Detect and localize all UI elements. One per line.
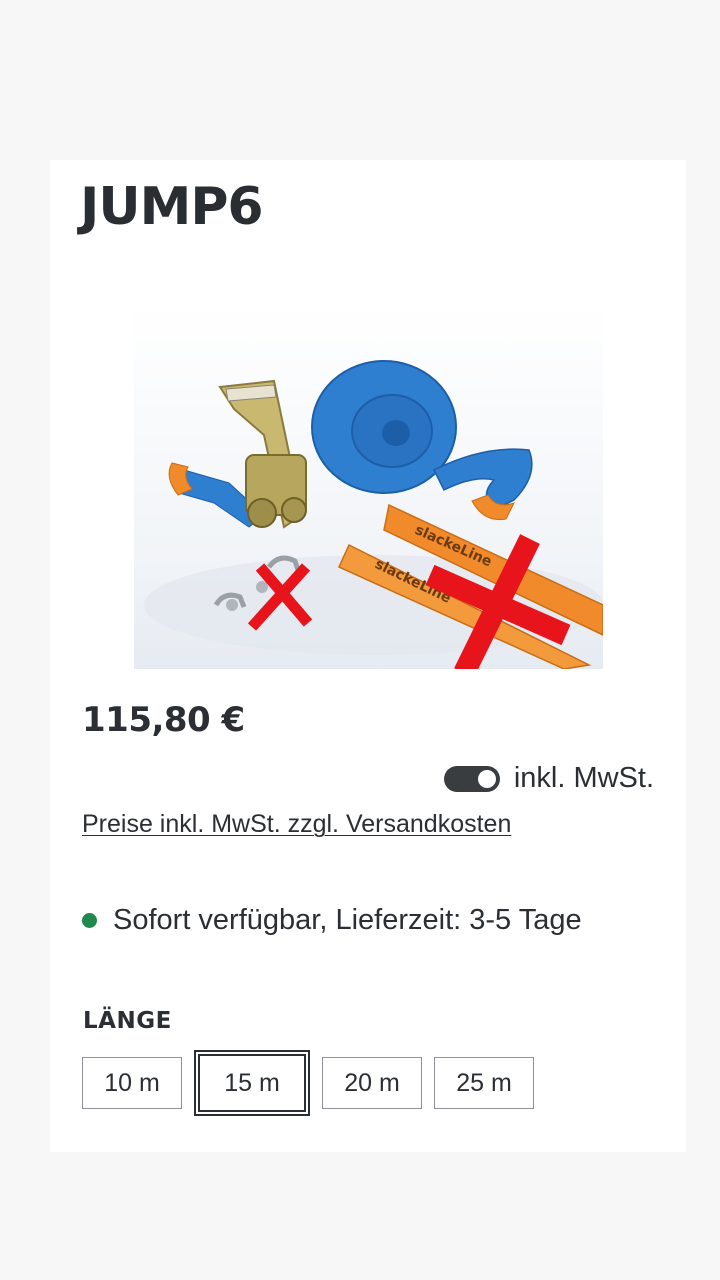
product-image[interactable]: slackeLine slackeLine (134, 305, 603, 669)
length-option-20m[interactable]: 20 m (322, 1057, 422, 1109)
product-page: JUMP6 slackeLine slackeLine 115,80 € ink… (0, 0, 720, 1280)
length-options: 10 m 15 m 20 m 25 m (82, 1050, 534, 1116)
tax-toggle-label: inkl. MwSt. (513, 762, 654, 794)
tax-toggle-row: inkl. MwSt. (443, 762, 654, 795)
tax-toggle[interactable] (443, 765, 500, 792)
length-option-10m[interactable]: 10 m (82, 1057, 182, 1109)
toggle-knob (477, 769, 496, 788)
availability-dot-icon (82, 913, 97, 928)
availability-status: Sofort verfügbar, Lieferzeit: 3-5 Tage (82, 904, 582, 937)
length-option-25m[interactable]: 25 m (434, 1057, 534, 1109)
length-option-15m[interactable]: 15 m (194, 1050, 310, 1116)
product-title: JUMP6 (80, 177, 264, 237)
product-price: 115,80 € (82, 700, 245, 740)
length-label: LÄNGE (83, 1008, 172, 1034)
availability-text: Sofort verfügbar, Lieferzeit: 3-5 Tage (113, 904, 582, 936)
shipping-costs-link[interactable]: Preise inkl. MwSt. zzgl. Versandkosten (82, 810, 511, 839)
